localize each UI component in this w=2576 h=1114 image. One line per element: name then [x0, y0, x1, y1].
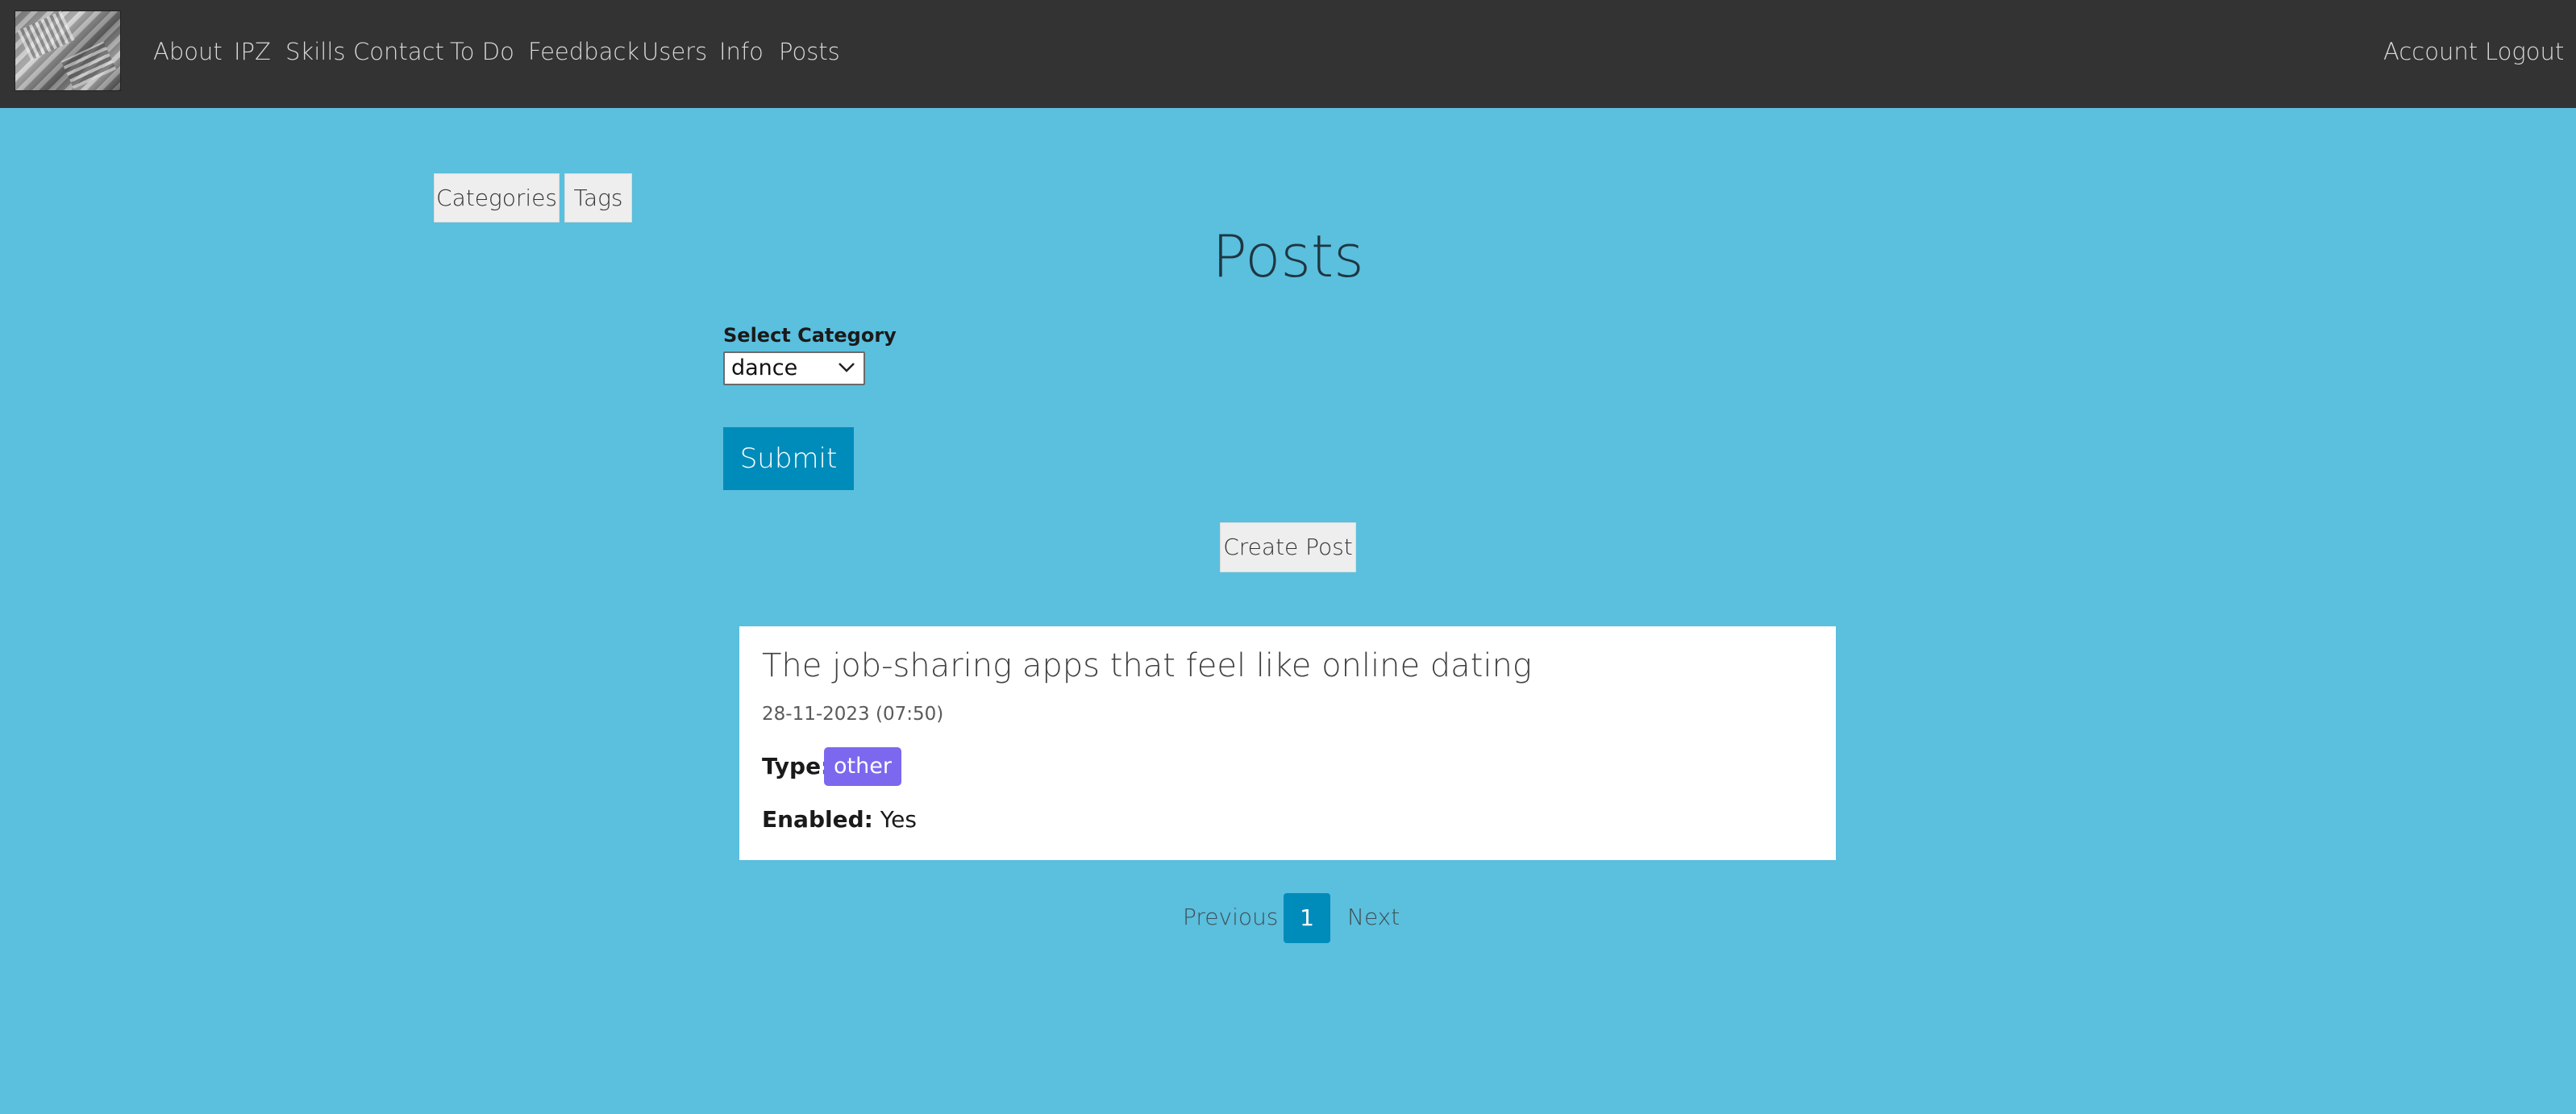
post-enabled: Enabled: Yes [762, 806, 917, 833]
nav-link-feedback[interactable]: Feedback [528, 32, 639, 71]
nav-link-logout[interactable]: Logout [2485, 32, 2564, 71]
post-enabled-label: Enabled: [762, 806, 873, 833]
nav-link-info[interactable]: Info [719, 32, 764, 71]
nav-link-account[interactable]: Account [2383, 32, 2478, 71]
pagination-page-current[interactable]: 1 [1284, 893, 1330, 943]
nav-link-todo[interactable]: To Do [450, 32, 514, 71]
post-title[interactable]: The job-sharing apps that feel like onli… [762, 647, 1532, 684]
categories-button[interactable]: Categories [434, 173, 560, 222]
tags-button[interactable]: Tags [564, 173, 632, 222]
nav-link-skills[interactable]: Skills [285, 32, 345, 71]
chevron-down-icon [839, 363, 855, 372]
nav-link-about[interactable]: About [153, 32, 223, 71]
site-logo[interactable] [15, 10, 121, 91]
nav-link-posts[interactable]: Posts [779, 32, 840, 71]
page-title: Posts [1212, 222, 1364, 290]
create-post-button[interactable]: Create Post [1220, 522, 1356, 572]
pagination-previous[interactable]: Previous [1183, 892, 1278, 943]
post-card: The job-sharing apps that feel like onli… [739, 626, 1836, 860]
post-enabled-value: Yes [880, 806, 917, 833]
pagination-next[interactable]: Next [1347, 892, 1400, 943]
post-type-badge: other [824, 747, 901, 786]
top-navbar: About IPZ Skills Contact To Do Feedback … [0, 0, 2576, 108]
category-select-value: dance [731, 355, 798, 380]
nav-link-users[interactable]: Users [642, 32, 707, 71]
post-date: 28-11-2023 (07:50) [762, 704, 944, 725]
nav-link-contact[interactable]: Contact [353, 32, 444, 71]
select-category-label: Select Category [723, 324, 897, 347]
post-type-label: Type: [762, 753, 830, 779]
submit-button[interactable]: Submit [723, 427, 854, 490]
nav-link-ipz[interactable]: IPZ [234, 32, 271, 71]
category-select[interactable]: dance [723, 351, 865, 385]
